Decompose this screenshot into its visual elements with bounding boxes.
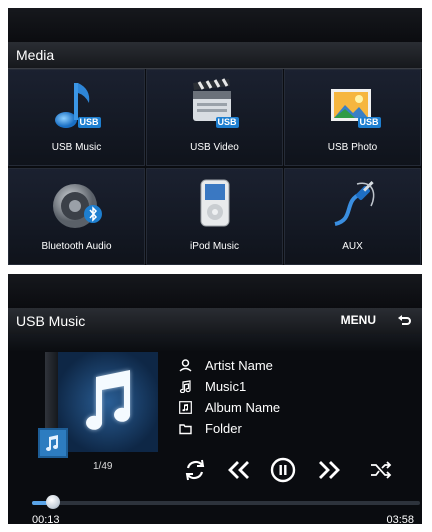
title-bar: Media (8, 42, 422, 69)
album-name: Album Name (205, 400, 281, 415)
album-art (38, 352, 158, 462)
elapsed-time: 00:13 (32, 514, 60, 524)
shuffle-icon[interactable] (368, 457, 394, 483)
total-duration: 03:58 (386, 514, 414, 524)
bluetooth-audio-tile[interactable]: Bluetooth Audio (8, 168, 145, 265)
aux-cable-icon (325, 176, 381, 232)
media-screen: Media USB USB Music USB USB Video USB US… (8, 8, 422, 265)
album-art-thumbnail (38, 428, 68, 458)
progress-knob[interactable] (46, 495, 61, 509)
usb-badge: USB (215, 117, 239, 128)
usb-badge: USB (357, 117, 381, 128)
tile-label: AUX (342, 241, 363, 252)
usb-badge: USB (77, 117, 101, 128)
previous-track-icon[interactable] (226, 457, 252, 483)
page-title: Media (16, 47, 55, 63)
title-bar: USB Music MENU (8, 308, 422, 335)
ipod-icon (187, 176, 243, 232)
artist-name: Artist Name (205, 358, 273, 373)
status-area (8, 274, 422, 308)
track-count: 1/49 (93, 461, 113, 472)
music-note-icon (58, 352, 158, 452)
page-title: USB Music (16, 313, 86, 329)
usb-photo-icon: USB (325, 77, 381, 133)
usb-music-icon: USB (49, 77, 105, 133)
usb-video-icon: USB (187, 77, 243, 133)
pause-icon[interactable] (270, 457, 296, 483)
status-area (8, 8, 422, 42)
ipod-music-tile[interactable]: iPod Music (146, 168, 283, 265)
player-screen: USB Music MENU 1/49 Artist Name Music1 A… (8, 274, 422, 524)
tile-label: USB Video (190, 142, 239, 153)
repeat-icon[interactable] (182, 457, 208, 483)
back-icon[interactable] (396, 312, 412, 328)
progress-track[interactable] (32, 501, 420, 505)
tile-label: USB Photo (327, 142, 378, 153)
aux-tile[interactable]: AUX (284, 168, 421, 265)
divider (8, 334, 422, 352)
folder-icon (179, 422, 192, 435)
person-icon (179, 359, 192, 372)
song-title: Music1 (205, 379, 247, 394)
menu-button[interactable]: MENU (341, 313, 376, 327)
tile-label: iPod Music (190, 241, 239, 252)
next-track-icon[interactable] (316, 457, 342, 483)
music-note-small-icon (179, 380, 192, 394)
media-grid: USB USB Music USB USB Video USB USB Phot… (8, 69, 422, 265)
tile-label: Bluetooth Audio (41, 241, 112, 252)
usb-music-tile[interactable]: USB USB Music (8, 69, 145, 166)
bluetooth-audio-icon (49, 176, 105, 232)
album-icon (179, 401, 192, 414)
tile-label: USB Music (51, 142, 102, 153)
usb-video-tile[interactable]: USB USB Video (146, 69, 283, 166)
folder-name: Folder (205, 421, 242, 436)
usb-photo-tile[interactable]: USB USB Photo (284, 69, 421, 166)
